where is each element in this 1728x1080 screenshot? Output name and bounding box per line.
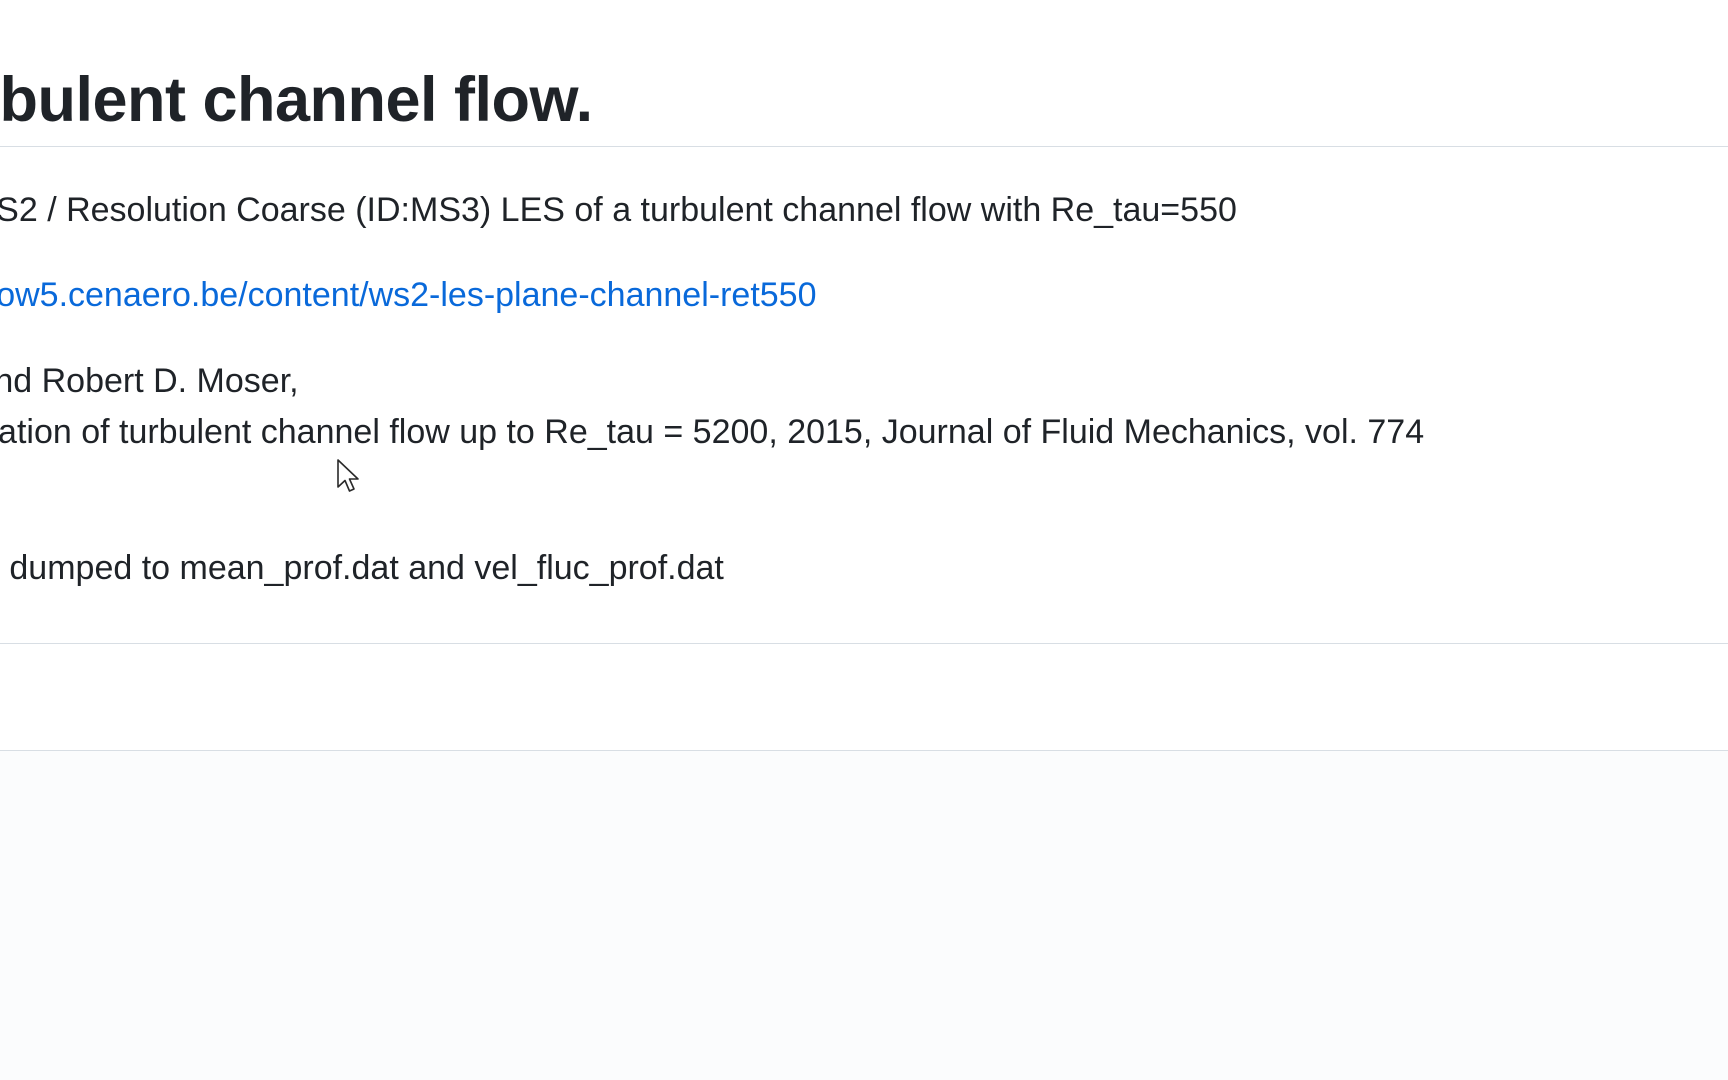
- paragraph-statistics: tatistics are dumped to mean_prof.dat an…: [0, 549, 724, 587]
- paragraph-reference: [1] https://how5.cenaero.be/content/ws2-…: [0, 270, 817, 320]
- readme-heading-row: f a turbulent channel flow.: [0, 22, 1728, 140]
- page-title: f a turbulent channel flow.: [0, 65, 593, 136]
- divider-under-title: [0, 146, 1728, 147]
- reference-link[interactable]: https://how5.cenaero.be/content/ws2-les-…: [0, 276, 817, 314]
- paragraph-citation: erical simulation of turbulent channel f…: [0, 413, 1425, 451]
- site-footer: c. Terms Privacy Security Status Docs Co…: [0, 751, 1728, 1080]
- divider-below-readme: [0, 643, 1728, 644]
- paragraph-authors: gkyu Lee and Robert D. Moser,: [0, 362, 299, 400]
- browser-page: f a turbulent channel flow. estcase: WS2…: [0, 0, 1728, 1080]
- arrow-pointer-cursor: [337, 459, 359, 492]
- paragraph-testcase: estcase: WS2 / Resolution Coarse (ID:MS3…: [0, 191, 1237, 229]
